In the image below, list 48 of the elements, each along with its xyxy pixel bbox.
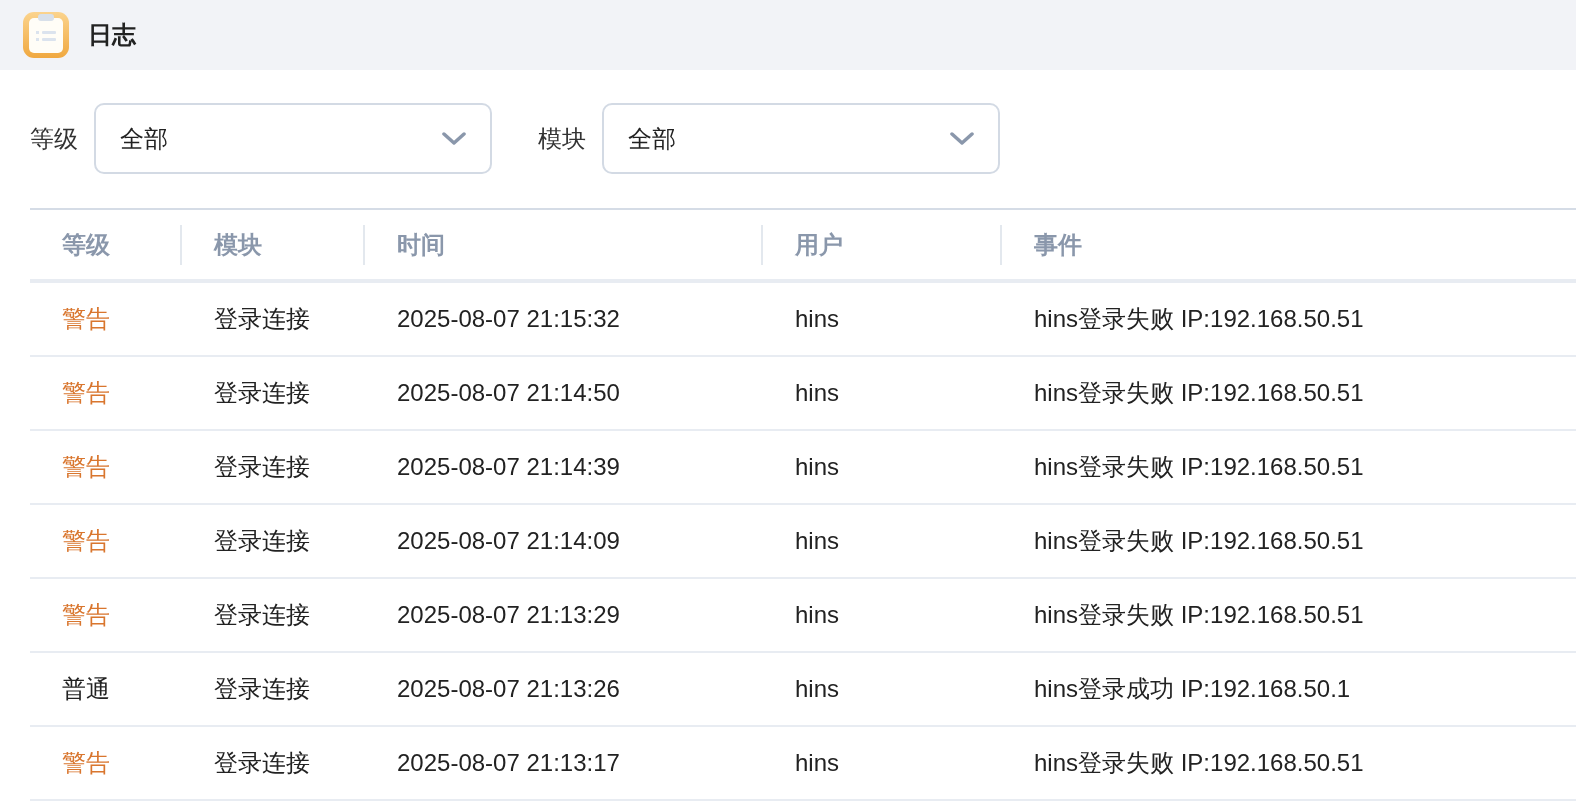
clipboard-list-icon	[22, 11, 70, 59]
table-cell: 登录连接	[214, 305, 310, 332]
level-text: 警告	[62, 453, 110, 480]
filter-dropdown[interactable]: 全部	[602, 103, 1000, 174]
chevron-down-icon	[442, 131, 466, 146]
level-text: 警告	[62, 749, 110, 776]
table-cell: hins	[795, 453, 840, 480]
table-cell: hins	[795, 527, 840, 554]
table-cell: hins登录失败 IP:192.168.50.51	[1034, 453, 1364, 480]
filter-dropdown[interactable]: 全部	[94, 103, 492, 174]
table-cell: 2025-08-07 21:13:17	[397, 749, 620, 776]
level-text: 警告	[62, 601, 110, 628]
filter-label: 模块	[538, 123, 586, 154]
level-text: 警告	[62, 527, 110, 554]
table-cell: hins登录失败 IP:192.168.50.51	[1034, 527, 1364, 554]
table-cell: hins登录失败 IP:192.168.50.51	[1034, 749, 1364, 776]
table-cell: hins登录失败 IP:192.168.50.51	[1034, 379, 1364, 406]
column-header: 事件	[1034, 229, 1082, 260]
table-cell: hins登录失败 IP:192.168.50.51	[1034, 305, 1364, 332]
table-cell: 2025-08-07 21:14:39	[397, 453, 620, 480]
table-cell: 2025-08-07 21:15:32	[397, 305, 620, 332]
level-text: 警告	[62, 379, 110, 406]
filter-label: 等级	[30, 123, 78, 154]
column-header: 等级	[62, 229, 110, 260]
table-cell: 2025-08-07 21:13:26	[397, 675, 620, 702]
table-cell: hins	[795, 749, 840, 776]
column-header: 时间	[397, 229, 445, 260]
table-cell: 2025-08-07 21:14:09	[397, 527, 620, 554]
table-cell: hins	[795, 675, 840, 702]
page-title: 日志	[88, 20, 136, 50]
chevron-down-icon	[950, 131, 974, 146]
table-cell: 登录连接	[214, 453, 310, 480]
table-cell: 登录连接	[214, 675, 310, 702]
table-cell: hins	[795, 379, 840, 406]
table-cell: 2025-08-07 21:14:50	[397, 379, 620, 406]
table-cell: 登录连接	[214, 379, 310, 406]
level-text: 普通	[62, 675, 110, 702]
table-cell: 2025-08-07 21:13:29	[397, 601, 620, 628]
table-cell: hins	[795, 305, 840, 332]
table-cell: 登录连接	[214, 601, 310, 628]
column-header: 模块	[214, 229, 262, 260]
table-cell: hins登录成功 IP:192.168.50.1	[1034, 675, 1351, 702]
table-cell: hins登录失败 IP:192.168.50.51	[1034, 601, 1364, 628]
column-header: 用户	[795, 229, 843, 260]
table-cell: hins	[795, 601, 840, 628]
table-cell: 登录连接	[214, 527, 310, 554]
table-cell: 登录连接	[214, 749, 310, 776]
level-text: 警告	[62, 305, 110, 332]
